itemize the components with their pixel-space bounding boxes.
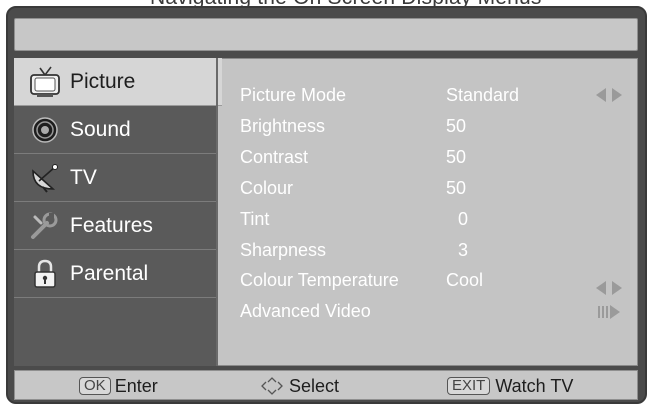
sidebar-item-label: Sound [70,117,131,141]
footer-exit-hint[interactable]: EXIT Watch TV [447,375,573,397]
panel-divider [216,58,218,366]
setting-contrast[interactable]: Contrast 50 [240,142,630,172]
dpad-icon [261,377,283,395]
enter-submenu-icon[interactable] [590,303,630,321]
setting-picture-mode[interactable]: Picture Mode Standard [240,80,630,110]
select-hint-label: Select [289,375,340,396]
setting-label: Tint [240,208,270,229]
sidebar-item-tv[interactable]: TV [14,154,216,202]
padlock-icon [28,257,62,291]
category-sidebar: Picture Sound TV Features Parental [14,58,222,366]
tv-monitor-icon [28,65,62,99]
sidebar-item-sound[interactable]: Sound [14,106,216,154]
exit-hint-label: Watch TV [495,375,574,396]
setting-label: Colour [240,177,294,198]
button-hint-bar: OK Enter Select EXIT Watch TV [14,370,638,400]
setting-brightness[interactable]: Brightness 50 [240,111,630,141]
sidebar-item-label: TV [70,165,97,189]
setting-value: 0 [458,208,469,229]
enter-hint-label: Enter [114,375,158,396]
setting-label: Colour Temperature [240,269,399,290]
setting-value: Standard [446,84,520,105]
satellite-dish-icon [28,161,62,195]
left-right-arrows-icon[interactable] [590,86,630,104]
setting-colour[interactable]: Colour 50 [240,173,630,203]
setting-value: 3 [458,239,469,260]
setting-colour-temperature[interactable]: Colour Temperature Cool [240,265,630,295]
footer-enter-hint[interactable]: OK Enter [79,375,158,397]
footer-select-hint[interactable]: Select [261,375,339,397]
sidebar-item-picture[interactable]: Picture [14,58,222,106]
setting-label: Contrast [240,146,309,167]
sidebar-item-label: Parental [70,261,149,285]
setting-tint[interactable]: Tint 0 [240,204,630,234]
wrench-icon [28,209,62,243]
sidebar-item-features[interactable]: Features [14,202,216,250]
setting-label: Sharpness [240,239,327,260]
setting-value: 50 [446,115,467,136]
left-right-arrows-icon[interactable] [590,279,630,297]
setting-label: Brightness [240,115,326,136]
sidebar-item-label: Picture [70,69,136,93]
setting-value: 50 [446,177,467,198]
setting-label: Advanced Video [240,300,371,321]
ok-key-icon: OK [79,377,111,395]
setting-value: Cool [446,269,484,290]
sidebar-item-label: Features [70,213,153,237]
setting-label: Picture Mode [240,84,347,105]
sidebar-item-parental[interactable]: Parental [14,250,216,298]
setting-sharpness[interactable]: Sharpness 3 [240,235,630,265]
title-bar [14,18,638,51]
exit-key-icon: EXIT [447,377,491,395]
setting-advanced-video[interactable]: Advanced Video [240,296,630,326]
speaker-icon [28,113,62,147]
setting-value: 50 [446,146,467,167]
